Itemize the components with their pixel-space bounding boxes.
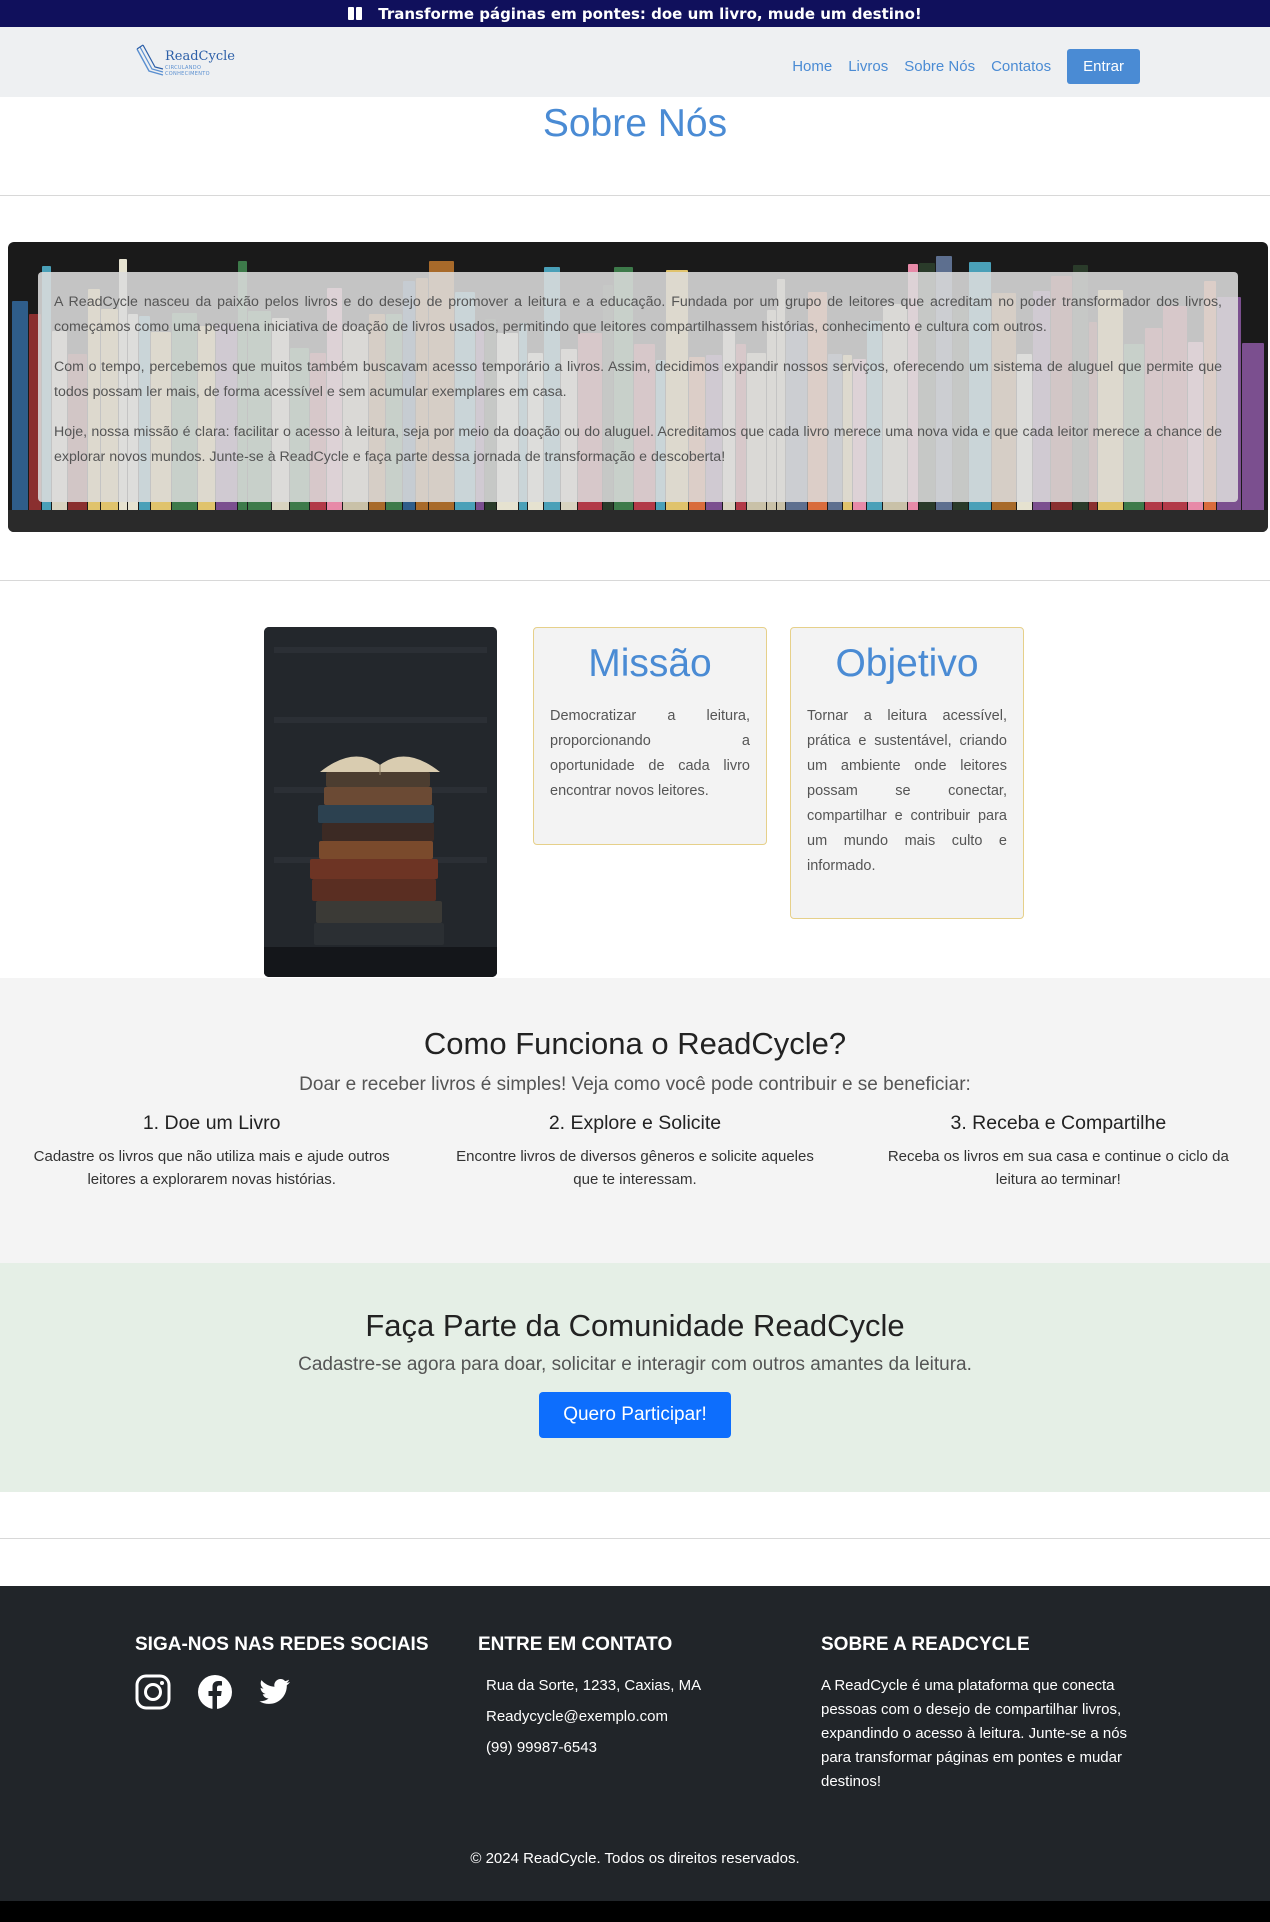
facebook-icon[interactable] (197, 1674, 233, 1710)
steps-list: 1. Doe um Livro Cadastre os livros que n… (0, 1112, 1270, 1191)
footer-contact: ENTRE EM CONTATO Rua da Sorte, 1233, Cax… (478, 1634, 788, 1767)
copyright: © 2024 ReadCycle. Todos os direitos rese… (470, 1850, 800, 1867)
about-text-card: A ReadCycle nasceu da paixão pelos livro… (38, 272, 1238, 502)
step-title: 1. Doe um Livro (142, 1112, 281, 1134)
bottom-strip (0, 1901, 1270, 1922)
instagram-icon[interactable] (135, 1674, 171, 1710)
footer: SIGA-NOS NAS REDES SOCIAIS ENTRE EM CONT… (0, 1586, 1270, 1901)
book-spine (1242, 343, 1264, 512)
objective-text: Tornar a leitura acessível, prática e su… (807, 708, 1007, 874)
how-lead: Doar e receber livros é simples! Veja co… (299, 1074, 971, 1095)
community-lead: Cadastre-se agora para doar, solicitar e… (298, 1354, 972, 1375)
join-button[interactable]: Quero Participar! (539, 1392, 731, 1438)
book-icon (348, 7, 363, 20)
book-stack-illustration (264, 627, 497, 977)
book-spine (12, 301, 28, 512)
login-button[interactable]: Entrar (1067, 49, 1140, 84)
shelf-board (8, 510, 1268, 532)
twitter-icon[interactable] (259, 1678, 291, 1706)
divider (0, 1538, 1270, 1539)
mission-section: Missão Democratizar a leitura, proporcio… (264, 627, 1024, 979)
page-title: Sobre Nós (542, 102, 728, 145)
navbar: ReadCycle CIRCULANDO CONHECIMENTO Home L… (0, 27, 1270, 97)
social-icons (135, 1674, 455, 1710)
footer-about: SOBRE A READCYCLE A ReadCycle é uma plat… (821, 1634, 1141, 1794)
site-logo[interactable]: ReadCycle CIRCULANDO CONHECIMENTO (135, 41, 235, 85)
divider (0, 580, 1270, 581)
top-banner: Transforme páginas em pontes: doe um liv… (0, 0, 1270, 27)
logo-book-icon (136, 44, 164, 76)
objective-title: Objetivo (835, 642, 979, 685)
contact-title: ENTRE EM CONTATO (478, 1634, 673, 1655)
step-title: 2. Explore e Solicite (548, 1112, 722, 1134)
about-paragraph-1: A ReadCycle nasceu da paixão pelos livro… (54, 294, 1222, 335)
contact-email[interactable]: Readycycle@exemplo.com (486, 1705, 788, 1729)
community-section: Faça Parte da Comunidade ReadCycle Cadas… (0, 1263, 1270, 1492)
mission-title: Missão (588, 642, 712, 685)
book-stack-image (264, 627, 497, 977)
divider (0, 195, 1270, 196)
nav-sobre-nos[interactable]: Sobre Nós (904, 58, 975, 75)
footer-social: SIGA-NOS NAS REDES SOCIAIS (135, 1634, 455, 1710)
about-paragraph-3: Hoje, nossa missão é clara: facilitar o … (54, 424, 1222, 465)
contact-list: Rua da Sorte, 1233, Caxias, MA Readycycl… (478, 1674, 788, 1760)
nav-home[interactable]: Home (792, 58, 832, 75)
nav-contatos[interactable]: Contatos (991, 58, 1051, 75)
mission-text: Democratizar a leitura, proporcionando a… (550, 708, 750, 799)
step-title: 3. Receba e Compartilhe (950, 1112, 1167, 1134)
logo-name: ReadCycle (165, 49, 235, 64)
how-title: Como Funciona o ReadCycle? (423, 1026, 847, 1061)
step-2: 2. Explore e Solicite Encontre livros de… (423, 1112, 846, 1191)
contact-address: Rua da Sorte, 1233, Caxias, MA (486, 1677, 702, 1694)
step-text: Encontre livros de diversos gêneros e so… (456, 1148, 814, 1188)
community-title: Faça Parte da Comunidade ReadCycle (365, 1308, 905, 1343)
how-it-works-section: Como Funciona o ReadCycle? Doar e recebe… (0, 978, 1270, 1263)
hero-bookshelf: A ReadCycle nasceu da paixão pelos livro… (8, 242, 1268, 532)
step-text: Cadastre os livros que não utiliza mais … (33, 1148, 390, 1188)
step-1: 1. Doe um Livro Cadastre os livros que n… (0, 1112, 423, 1191)
contact-phone: (99) 99987-6543 (486, 1739, 597, 1756)
step-3: 3. Receba e Compartilhe Receba os livros… (847, 1112, 1270, 1191)
logo-tagline: CIRCULANDO CONHECIMENTO (165, 65, 210, 77)
step-text: Receba os livros em sua casa e continue … (887, 1148, 1229, 1188)
mission-card: Missão Democratizar a leitura, proporcio… (533, 627, 767, 845)
about-paragraph-2: Com o tempo, percebemos que muitos també… (54, 359, 1222, 400)
banner-text: Transforme páginas em pontes: doe um liv… (378, 4, 922, 23)
about-title: SOBRE A READCYCLE (821, 1634, 1030, 1655)
objective-card: Objetivo Tornar a leitura acessível, prá… (790, 627, 1024, 919)
nav-links: Home Livros Sobre Nós Contatos Entrar (792, 49, 1140, 84)
about-text: A ReadCycle é uma plataforma que conecta… (821, 1677, 1128, 1790)
social-title: SIGA-NOS NAS REDES SOCIAIS (135, 1634, 429, 1655)
nav-livros[interactable]: Livros (848, 58, 888, 75)
